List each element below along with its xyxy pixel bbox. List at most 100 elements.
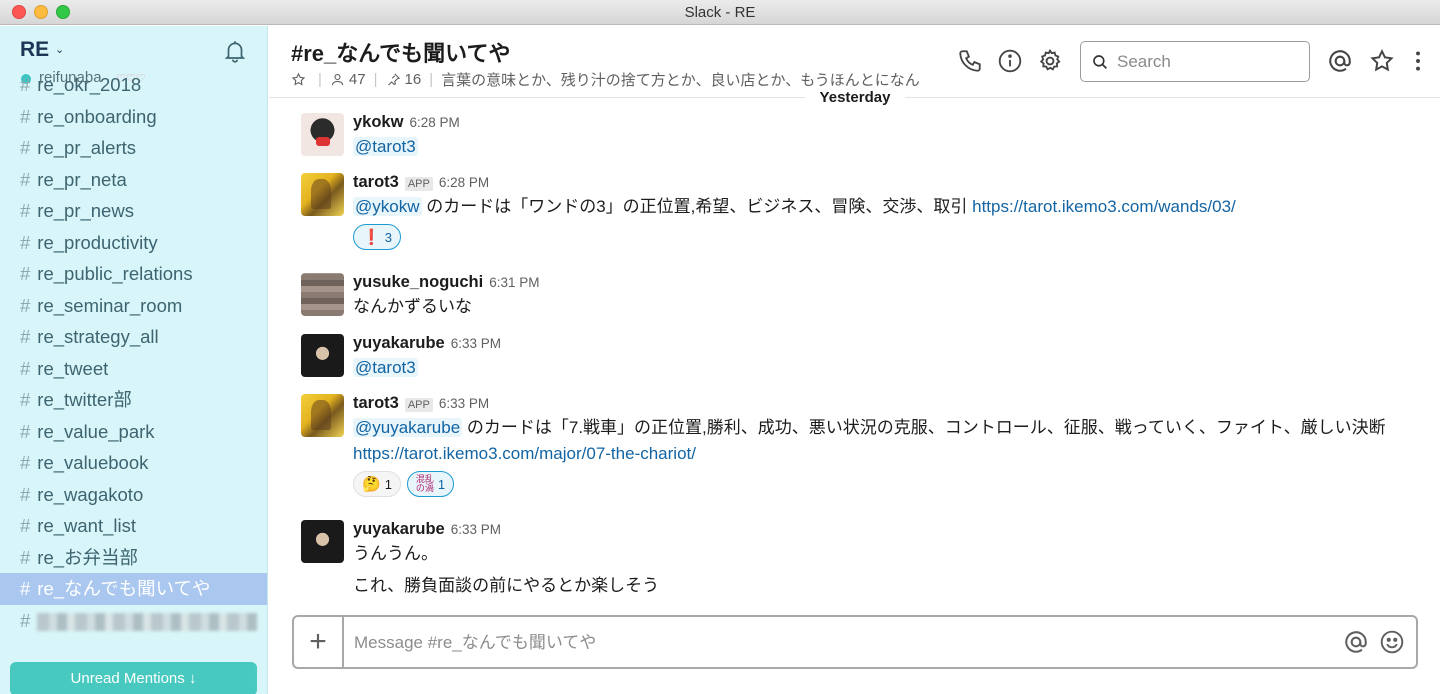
reaction-pill[interactable]: ❗ 3: [353, 224, 401, 250]
message-author[interactable]: yuyakarube: [353, 520, 445, 539]
more-options-icon[interactable]: [1405, 48, 1431, 74]
search-input[interactable]: [1117, 51, 1297, 73]
avatar[interactable]: [301, 273, 344, 316]
attach-plus-button[interactable]: +: [294, 617, 344, 667]
avatar[interactable]: [301, 173, 344, 216]
sidebar-channel[interactable]: # re_value_park: [0, 416, 267, 448]
sidebar-channel[interactable]: # re_お弁当部: [0, 542, 267, 574]
pin-count[interactable]: 16: [405, 71, 422, 88]
custom-emoji-icon: 混乱の渦: [415, 474, 434, 493]
message-timestamp[interactable]: 6:33 PM: [451, 336, 501, 351]
channel-header: #re_なんでも聞いてや | 47 | 16 | 言葉の意味とか、残り汁の捨て方…: [269, 26, 1440, 98]
hash-icon: #: [20, 546, 31, 568]
info-icon[interactable]: [997, 48, 1023, 74]
message-text-body: のカードは「7.戦車」の正位置,勝利、成功、悪い状況の克服、コントロール、征服、…: [462, 418, 1386, 437]
emoji-icon[interactable]: [1379, 629, 1405, 655]
sidebar: RE ⌄ reifunaba ♡♡♡ # re_okr_2018 # re_onbo…: [0, 26, 268, 694]
message-timestamp[interactable]: 6:33 PM: [451, 522, 501, 537]
user-mention[interactable]: @tarot3: [353, 137, 418, 156]
message-author[interactable]: yuyakarube: [353, 334, 445, 353]
message-author[interactable]: tarot3: [353, 394, 399, 413]
unread-mentions-button[interactable]: Unread Mentions ↓: [10, 662, 257, 694]
user-mention[interactable]: @yuyakarube: [353, 418, 463, 437]
sidebar-channel[interactable]: # re_pr_news: [0, 195, 267, 227]
message-header: yuyakarube 6:33 PM: [353, 520, 1428, 539]
avatar[interactable]: [301, 520, 344, 563]
hash-icon: #: [20, 263, 31, 284]
divider: |: [373, 71, 378, 88]
workspace-name[interactable]: RE: [20, 38, 49, 62]
pin-icon[interactable]: [386, 72, 401, 87]
search-box[interactable]: [1080, 41, 1310, 82]
sidebar-channel-redacted[interactable]: #: [0, 605, 267, 637]
sidebar-channel[interactable]: # re_wagakoto: [0, 479, 267, 511]
phone-icon[interactable]: [957, 48, 983, 74]
hash-icon: #: [20, 452, 31, 473]
window-titlebar: Slack - RE: [0, 0, 1440, 25]
reactions: 🤔 1 混乱の渦 1: [353, 471, 1428, 497]
message-list: ykokw 6:28 PM @tarot3 tarot3 APP 6:28 PM…: [269, 99, 1440, 609]
sidebar-channel[interactable]: # re_pr_neta: [0, 164, 267, 196]
sidebar-channel-active[interactable]: # re_なんでも聞いてや: [0, 573, 267, 605]
hash-icon: #: [20, 200, 31, 221]
hash-icon: #: [20, 231, 31, 253]
reaction-pill[interactable]: 混乱の渦 1: [406, 471, 455, 497]
sidebar-channel[interactable]: # re_want_list: [0, 510, 267, 542]
divider: |: [318, 71, 322, 88]
chevron-down-icon[interactable]: ⌄: [55, 43, 64, 56]
user-mention[interactable]: @tarot3: [353, 358, 418, 377]
message-author[interactable]: tarot3: [353, 173, 399, 192]
person-icon[interactable]: [330, 72, 345, 87]
message-timestamp[interactable]: 6:28 PM: [439, 175, 489, 190]
hash-icon: #: [20, 105, 31, 127]
message-text: @yuyakarube のカードは「7.戦車」の正位置,勝利、成功、悪い状況の克…: [353, 415, 1428, 467]
message-timestamp[interactable]: 6:31 PM: [489, 275, 539, 290]
channel-list: # re_okr_2018 # re_onboarding # re_pr_alert…: [0, 74, 267, 637]
reaction-pill[interactable]: 🤔 1: [353, 471, 401, 497]
message-link[interactable]: https://tarot.ikemo3.com/major/07-the-ch…: [353, 444, 696, 463]
message-timestamp[interactable]: 6:33 PM: [439, 396, 489, 411]
message-text: @tarot3: [353, 134, 1428, 160]
mention-at-icon[interactable]: [1343, 629, 1369, 655]
mentions-at-icon[interactable]: [1327, 48, 1353, 74]
star-icon[interactable]: [291, 72, 306, 87]
divider: |: [429, 71, 434, 88]
message-composer[interactable]: +: [292, 615, 1418, 669]
user-mention[interactable]: @ykokw: [353, 197, 422, 216]
message-text-body: のカードは「ワンドの3」の正位置,希望、ビジネス、冒険、交渉、取引: [421, 197, 973, 216]
member-count[interactable]: 47: [349, 71, 366, 88]
bell-icon[interactable]: [222, 38, 248, 64]
message-timestamp[interactable]: 6:28 PM: [409, 115, 459, 130]
hash-icon: #: [20, 515, 31, 536]
sidebar-channel[interactable]: # re_productivity: [0, 227, 267, 259]
message-link[interactable]: https://tarot.ikemo3.com/wands/03/: [972, 197, 1236, 216]
message-author[interactable]: yusuke_noguchi: [353, 273, 483, 292]
avatar[interactable]: [301, 334, 344, 377]
avatar[interactable]: [301, 394, 344, 437]
sidebar-channel[interactable]: # re_public_relations: [0, 258, 267, 290]
channel-topic[interactable]: 言葉の意味とか、残り汁の捨て方とか、良い店とか、もうほんとになん: [441, 69, 920, 90]
sidebar-channel[interactable]: # re_tweet: [0, 353, 267, 385]
message-author[interactable]: ykokw: [353, 113, 403, 132]
sidebar-channel[interactable]: # re_okr_2018: [0, 69, 267, 101]
exclamation-icon: ❗: [362, 229, 381, 246]
reactions: ❗ 3: [353, 224, 1428, 250]
sidebar-channel[interactable]: # re_pr_alerts: [0, 132, 267, 164]
sidebar-channel[interactable]: # re_valuebook: [0, 447, 267, 479]
sidebar-channel[interactable]: # re_twitter部: [0, 384, 267, 416]
message-header: yusuke_noguchi 6:31 PM: [353, 273, 1428, 292]
channel-title[interactable]: #re_なんでも聞いてや: [291, 36, 511, 68]
reaction-count: 1: [384, 476, 392, 492]
avatar[interactable]: [301, 113, 344, 156]
message-text: @tarot3: [353, 355, 1428, 381]
message-text: なんかずるいな: [353, 297, 472, 316]
hash-icon: #: [20, 137, 31, 158]
sidebar-channel[interactable]: # re_seminar_room: [0, 290, 267, 322]
sidebar-channel[interactable]: # re_strategy_all: [0, 321, 267, 353]
sidebar-channel[interactable]: # re_onboarding: [0, 101, 267, 133]
message-input[interactable]: [354, 631, 1314, 655]
hash-icon: #: [20, 326, 31, 347]
reaction-count: 1: [437, 476, 446, 492]
starred-items-icon[interactable]: [1369, 48, 1395, 74]
gear-icon[interactable]: [1037, 48, 1063, 74]
